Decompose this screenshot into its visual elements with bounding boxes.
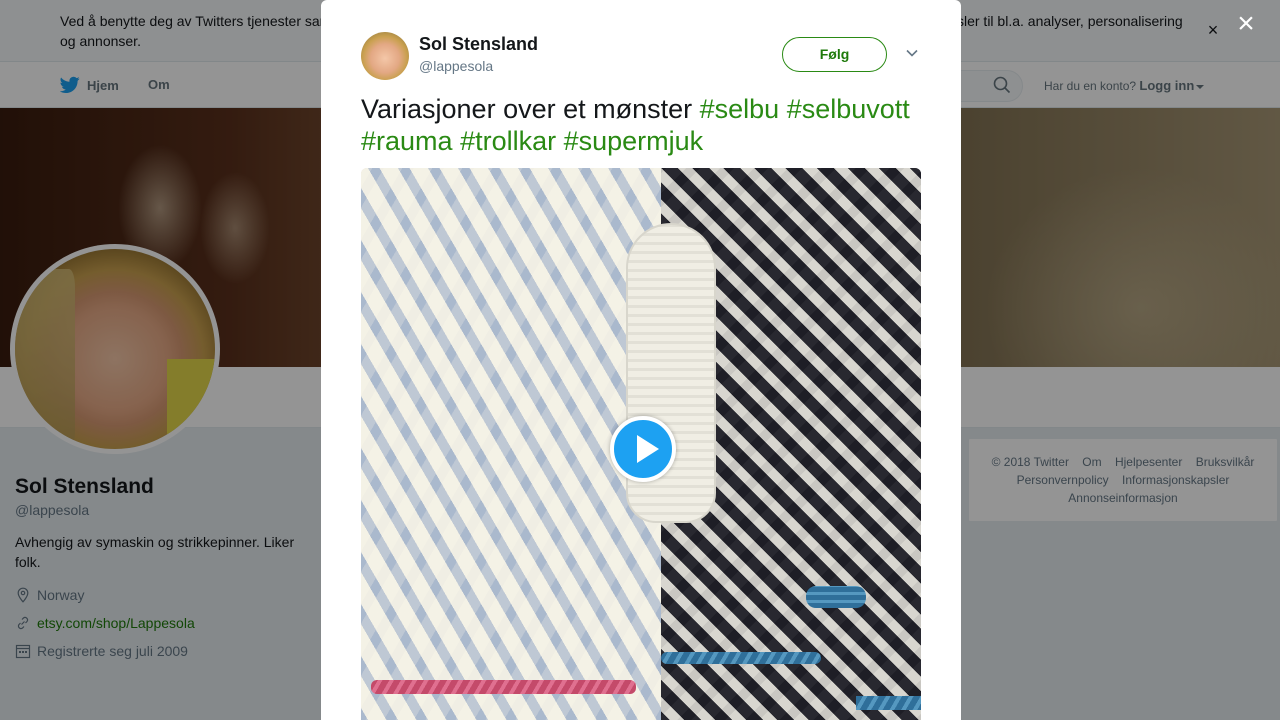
follow-button[interactable]: Følg	[782, 37, 887, 72]
blue-cuff-knot	[806, 586, 866, 608]
hashtag-link[interactable]: #supermjuk	[564, 126, 704, 156]
tweet-author-name[interactable]: Sol Stensland	[419, 34, 538, 55]
hashtag-link[interactable]: #selbuvott	[787, 94, 910, 124]
tweet-text-plain: Variasjoner over et mønster	[361, 94, 700, 124]
close-icon[interactable]: ×	[1232, 9, 1260, 39]
chevron-down-icon[interactable]	[905, 46, 919, 60]
tweet-author-handle[interactable]: @lappesola	[419, 58, 493, 74]
tweet-text: Variasjoner over et mønster #selbu #selb…	[361, 93, 921, 157]
tweet-modal: Sol Stensland @lappesola Følg Variasjone…	[321, 0, 961, 720]
blue-cuff-stripe	[661, 652, 821, 664]
hashtag-link[interactable]: #selbu	[700, 94, 780, 124]
blue-cuff-stripe-right	[856, 696, 921, 710]
hashtag-link[interactable]: #rauma	[361, 126, 453, 156]
hashtag-link[interactable]: #trollkar	[460, 126, 556, 156]
tweet-author-avatar[interactable]	[361, 32, 409, 80]
tweet-video[interactable]	[361, 168, 921, 720]
play-icon[interactable]	[610, 416, 676, 482]
red-cuff-stripe	[371, 680, 636, 694]
